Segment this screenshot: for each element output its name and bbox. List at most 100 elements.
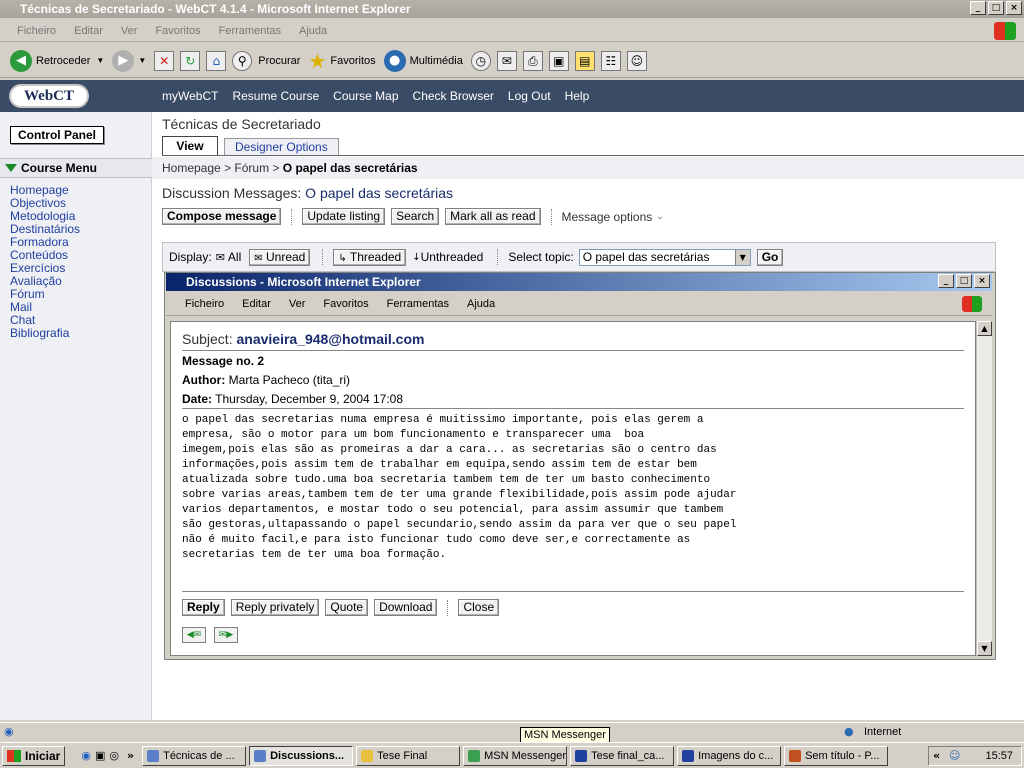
security-zone: Internet	[864, 726, 902, 738]
next-message-icon[interactable]: ✉▶	[214, 627, 238, 643]
previous-message-icon[interactable]: ◀✉	[182, 627, 206, 643]
desktop-icon[interactable]: ▣	[95, 749, 105, 762]
edit-icon[interactable]: ▣	[548, 50, 569, 71]
dropdown-arrow-icon[interactable]: ▼	[734, 249, 750, 265]
menu-ferramentas[interactable]: Ferramentas	[210, 25, 290, 37]
network-icon[interactable]: ☺	[949, 747, 960, 765]
display-all-link[interactable]: All	[228, 250, 241, 264]
ie-quicklaunch-icon[interactable]: ◉	[81, 749, 91, 762]
update-listing-button[interactable]: Update listing	[302, 208, 386, 225]
task-sem-titulo[interactable]: Sem título - P...	[784, 745, 889, 766]
popup-menu-favoritos[interactable]: Favoritos	[314, 298, 377, 310]
mark-all-read-button[interactable]: Mark all as read	[445, 208, 541, 225]
task-tese-final[interactable]: Tese Final	[356, 745, 461, 766]
popup-scrollbar[interactable]: ▲ ▼	[976, 321, 992, 656]
search-button[interactable]: ⚲ Procurar	[232, 50, 300, 71]
popup-minimize-button[interactable]: _	[938, 274, 954, 288]
task-msn-messenger[interactable]: MSN Messenger	[463, 745, 568, 766]
popup-menu-ajuda[interactable]: Ajuda	[458, 298, 504, 310]
messenger-icon[interactable]: ☺	[626, 50, 647, 71]
start-button[interactable]: Iniciar	[2, 745, 66, 766]
forward-button[interactable]: ▶ ▼	[112, 49, 146, 72]
media-button[interactable]: ● Multimédia	[383, 49, 463, 72]
nav-check-browser[interactable]: Check Browser	[413, 89, 494, 103]
task-tecnicas[interactable]: Técnicas de ...	[142, 745, 247, 766]
threaded-button[interactable]: ↳ Threaded	[333, 248, 407, 266]
breadcrumb-homepage[interactable]: Homepage	[162, 161, 221, 175]
popup-maximize-button[interactable]: □	[956, 274, 972, 288]
nav-log-out[interactable]: Log Out	[508, 89, 551, 103]
task-discussions[interactable]: Discussions...	[249, 745, 354, 766]
menu-ficheiro[interactable]: Ficheiro	[8, 25, 65, 37]
divider	[291, 208, 293, 225]
webct-logo[interactable]: WebCT	[9, 84, 89, 108]
nav-mywebct[interactable]: myWebCT	[162, 89, 218, 103]
ie-icon	[254, 749, 267, 762]
close-popup-button[interactable]: Close	[458, 599, 500, 616]
task-tese-final-ca[interactable]: Tese final_ca...	[570, 745, 675, 766]
compose-message-button[interactable]: Compose message	[162, 208, 282, 225]
download-button[interactable]: Download	[374, 599, 438, 616]
print-icon[interactable]: ⎙	[522, 50, 543, 71]
go-button[interactable]: Go	[756, 248, 784, 266]
search-button[interactable]: Search	[391, 208, 440, 225]
minimize-button[interactable]: _	[970, 1, 986, 15]
control-panel-button[interactable]: Control Panel	[10, 126, 104, 144]
popup-title-bar: Discussions - Microsoft Internet Explore…	[166, 273, 992, 291]
message-options-link[interactable]: Message options	[562, 210, 653, 224]
dropdown-arrow-icon[interactable]: ▼	[96, 56, 104, 65]
chevron-left-icon[interactable]: «	[933, 747, 940, 765]
popup-menu-ferramentas[interactable]: Ferramentas	[378, 298, 458, 310]
windows-logo-icon	[994, 22, 1016, 40]
unthreaded-link[interactable]: Unthreaded	[421, 250, 484, 264]
menu-ver[interactable]: Ver	[112, 25, 147, 37]
note-icon[interactable]: ▤	[574, 50, 595, 71]
nav-course-map[interactable]: Course Map	[333, 89, 398, 103]
breadcrumb-forum[interactable]: Fórum	[234, 161, 269, 175]
popup-menu-ver[interactable]: Ver	[280, 298, 315, 310]
close-button[interactable]: ×	[1006, 1, 1022, 15]
course-menu-header[interactable]: Course Menu	[0, 158, 152, 178]
divider	[550, 208, 552, 225]
research-icon[interactable]: ☷	[600, 50, 621, 71]
taskbar: Iniciar ◉ ▣ ◎ » Técnicas de ... Discussi…	[0, 742, 1024, 768]
menu-editar[interactable]: Editar	[65, 25, 112, 37]
course-menu-bibliografia[interactable]: Bibliografia	[10, 327, 80, 340]
topic-title: O papel das secretárias	[305, 185, 454, 201]
quote-button[interactable]: Quote	[325, 599, 369, 616]
divider	[447, 599, 449, 616]
popup-close-button[interactable]: ×	[974, 274, 990, 288]
mail-icon[interactable]: ✉	[496, 50, 517, 71]
star-icon: ★	[308, 48, 327, 73]
tab-view[interactable]: View	[162, 136, 218, 156]
popup-menu-ficheiro[interactable]: Ficheiro	[176, 298, 233, 310]
search-icon: ⚲	[232, 50, 253, 71]
outlook-icon[interactable]: ◎	[109, 749, 119, 762]
display-unread-button[interactable]: ✉ Unread	[249, 248, 311, 266]
task-imagens[interactable]: Imagens do c...	[677, 745, 782, 766]
nav-resume-course[interactable]: Resume Course	[232, 89, 319, 103]
popup-menu-editar[interactable]: Editar	[233, 298, 280, 310]
forward-arrow-icon: ▶	[112, 49, 135, 72]
scroll-up-icon[interactable]: ▲	[977, 321, 992, 336]
nav-help[interactable]: Help	[565, 89, 590, 103]
topic-select[interactable]: O papel das secretárias ▼	[578, 248, 751, 266]
scroll-down-icon[interactable]: ▼	[977, 641, 992, 656]
reply-button[interactable]: Reply	[182, 599, 225, 616]
webct-top-nav: myWebCT Resume Course Course Map Check B…	[162, 89, 603, 103]
tab-designer-options[interactable]: Designer Options	[224, 138, 339, 156]
history-icon[interactable]: ◷	[470, 50, 491, 71]
maximize-button[interactable]: □	[988, 1, 1004, 15]
menu-ajuda[interactable]: Ajuda	[290, 25, 336, 37]
menu-favoritos[interactable]: Favoritos	[146, 25, 209, 37]
stop-icon[interactable]: ✕	[154, 50, 175, 71]
dropdown-arrow-icon[interactable]: ▼	[138, 56, 146, 65]
favorites-button[interactable]: ★ Favoritos	[308, 49, 375, 73]
reply-privately-button[interactable]: Reply privately	[230, 599, 320, 616]
refresh-icon[interactable]: ↻	[180, 50, 201, 71]
home-icon[interactable]: ⌂	[206, 50, 227, 71]
double-chevron-down-icon[interactable]: ⌄	[656, 212, 664, 222]
chevron-right-icon[interactable]: »	[127, 749, 134, 762]
course-title: Técnicas de Secretariado	[162, 116, 321, 132]
back-button[interactable]: ◀ Retroceder ▼	[10, 49, 104, 72]
